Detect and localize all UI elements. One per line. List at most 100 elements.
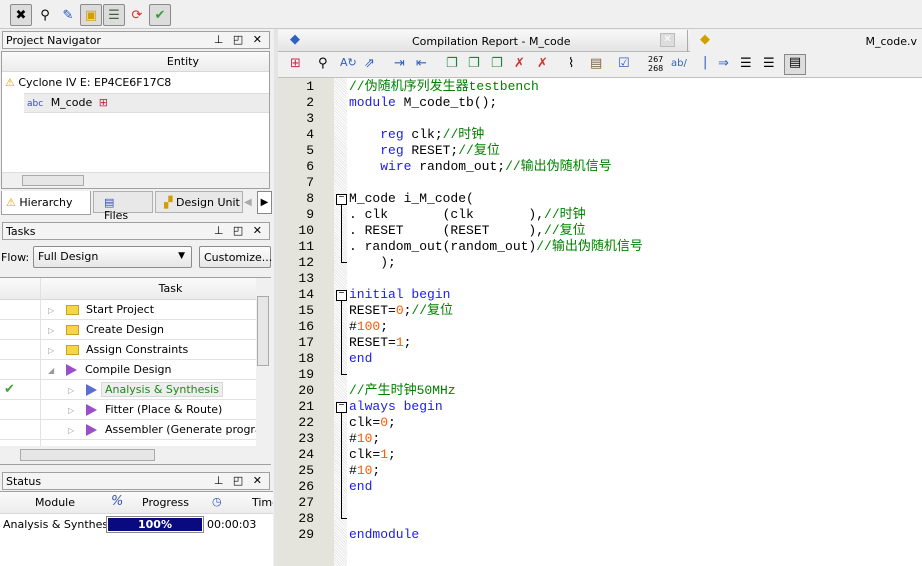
insert-template-icon[interactable]: ⊞	[290, 56, 301, 71]
tab-design-units[interactable]: ▞ Design Unit	[155, 191, 243, 213]
code-line[interactable]: reg RESET;//复位	[349, 143, 500, 159]
code-line[interactable]: end	[349, 351, 372, 367]
horizontal-scrollbar[interactable]	[0, 446, 271, 464]
code-line[interactable]: #10;	[349, 463, 380, 479]
task-row[interactable]: ▷ Assembler (Generate programming files)	[0, 420, 271, 441]
panel-controls-icon[interactable]: ⊥ ◰ ✕	[214, 224, 265, 237]
code-line[interactable]: );	[349, 255, 396, 271]
scroll-icon[interactable]: ▤	[590, 56, 602, 71]
tab-compilation-report[interactable]: ◆ Compilation Report - M_code ✕	[278, 30, 688, 52]
code-line[interactable]: //伪随机序列发生器testbench	[349, 79, 539, 95]
task-row[interactable]: ▷ Assign Constraints	[0, 340, 256, 360]
word-wrap-toggle[interactable]: ab/	[671, 58, 687, 69]
code-line[interactable]: . clk (clk ),//时钟	[349, 207, 586, 223]
expand-icon[interactable]: ▷	[48, 341, 66, 361]
edit-icon[interactable]: ✎	[57, 4, 79, 26]
attach-icon[interactable]: ⌇	[568, 56, 574, 71]
fold-range-line	[341, 205, 342, 263]
code-line[interactable]: clk=1;	[349, 447, 396, 463]
progress-column-header[interactable]: Progress	[142, 496, 189, 509]
tab-scroll-left-icon[interactable]: ◀	[244, 192, 256, 213]
next-bookmark-icon[interactable]: ❐	[468, 56, 480, 71]
close-tab-icon[interactable]: ✕	[660, 33, 675, 47]
tab-scroll-right-icon[interactable]: ▶	[257, 191, 272, 214]
task-row[interactable]: ◢ Compile Design	[0, 360, 256, 380]
code-line[interactable]: endmodule	[349, 527, 419, 543]
code-line[interactable]: RESET=0;//复位	[349, 303, 453, 319]
clear-all-bookmarks-icon[interactable]: ✗	[537, 56, 548, 71]
line-number: 19	[298, 367, 314, 382]
rtl-viewer-icon[interactable]: ⚲	[34, 4, 56, 26]
line-number: 14	[298, 287, 314, 302]
view-mode-icon[interactable]: ▤	[784, 54, 806, 75]
fold-toggle-icon[interactable]: −	[336, 194, 347, 205]
code-line[interactable]: always begin	[349, 399, 443, 415]
task-label: Create Design	[86, 323, 165, 336]
code-line[interactable]: . random_out(random_out)//输出伪随机信号	[349, 239, 643, 255]
task-row[interactable]: ▷ Create Design	[0, 320, 256, 340]
device-item[interactable]: ⚠ Cyclone IV E: EP4CE6F17C8	[5, 74, 171, 92]
code-line[interactable]: reg clk;//时钟	[349, 127, 484, 143]
fold-toggle-icon[interactable]: −	[336, 290, 347, 301]
outline-icon[interactable]: ☰	[763, 56, 775, 71]
expand-icon[interactable]: ▷	[48, 301, 66, 321]
task-row[interactable]: ✔ ▷ Analysis & Synthesis	[0, 380, 256, 400]
flow-select[interactable]: Full Design ▼	[33, 246, 192, 268]
expand-icon[interactable]: ◢	[48, 361, 66, 381]
customize-button[interactable]: Customize...	[199, 246, 272, 268]
code-line[interactable]: . RESET (RESET ),//复位	[349, 223, 586, 239]
run-task-icon[interactable]	[86, 424, 97, 436]
fold-toggle-icon[interactable]: −	[336, 402, 347, 413]
check-syntax-icon[interactable]: ☑	[618, 56, 630, 71]
expand-icon[interactable]: ▷	[68, 401, 86, 421]
pin-planner-icon[interactable]: ▣	[80, 4, 102, 26]
expand-icon[interactable]: ▷	[68, 421, 86, 441]
code-line[interactable]: clk=0;	[349, 415, 396, 431]
expand-icon[interactable]: ▷	[68, 381, 86, 401]
entity-item[interactable]: abc M_code ⊞	[24, 93, 269, 113]
tab-files[interactable]: ▤ Files	[93, 191, 153, 222]
task-column-header[interactable]: Task	[0, 278, 256, 300]
module-column-header[interactable]: Module	[35, 496, 75, 509]
code-token: //时钟	[442, 127, 485, 142]
tab-hierarchy[interactable]: ⚠ Hierarchy	[1, 191, 91, 215]
expand-icon[interactable]: ▷	[48, 321, 66, 341]
code-line[interactable]: #10;	[349, 431, 380, 447]
run-task-icon[interactable]	[86, 404, 97, 416]
panel-controls-icon[interactable]: ⊥ ◰ ✕	[214, 474, 265, 487]
panel-controls-icon[interactable]: ⊥ ◰ ✕	[214, 33, 265, 46]
align-icon[interactable]: ☰	[740, 56, 752, 71]
time-column-header[interactable]: Time	[252, 496, 273, 509]
tab-arrow-icon[interactable]: ⇒	[718, 56, 729, 71]
horizontal-scrollbar[interactable]	[2, 172, 269, 188]
code-line[interactable]: initial begin	[349, 287, 450, 303]
tab-m-code-v[interactable]: ◆ M_code.v	[690, 30, 922, 52]
run-task-icon[interactable]	[86, 384, 97, 396]
indent-icon[interactable]: ⇥	[394, 56, 405, 71]
chip-planner-icon[interactable]: ☰	[103, 4, 125, 26]
unindent-icon[interactable]: ⇤	[416, 56, 427, 71]
compile-stop-icon[interactable]: ✖	[10, 4, 32, 26]
code-line[interactable]: wire random_out;//输出伪随机信号	[349, 159, 611, 175]
code-line[interactable]: module M_code_tb();	[349, 95, 497, 111]
run-task-icon[interactable]	[66, 364, 77, 376]
line-numbers-toggle[interactable]: 267 268	[648, 55, 663, 73]
find-icon[interactable]: ⚲	[318, 56, 328, 71]
goto-icon[interactable]: ⇗	[364, 56, 375, 71]
code-line[interactable]: RESET=1;	[349, 335, 411, 351]
code-line[interactable]: M_code i_M_code(	[349, 191, 474, 207]
prev-bookmark-icon[interactable]: ❐	[491, 56, 503, 71]
task-row[interactable]: ▷ Fitter (Place & Route)	[0, 400, 256, 420]
checklist-icon[interactable]: ✔	[149, 4, 171, 26]
code-line[interactable]: //产生时钟50MHz	[349, 383, 456, 399]
refresh-icon[interactable]: ⟳	[126, 4, 148, 26]
entity-column-header[interactable]: Entity	[2, 52, 269, 72]
vertical-scrollbar[interactable]	[256, 278, 271, 446]
code-token: RESET=	[349, 303, 396, 318]
bookmark-icon[interactable]: ❐	[446, 56, 458, 71]
code-line[interactable]: #100;	[349, 319, 388, 335]
clear-bookmark-icon[interactable]: ✗	[514, 56, 525, 71]
replace-icon[interactable]: A↻	[340, 56, 357, 69]
task-row[interactable]: ▷ Start Project	[0, 300, 256, 320]
code-line[interactable]: end	[349, 479, 372, 495]
